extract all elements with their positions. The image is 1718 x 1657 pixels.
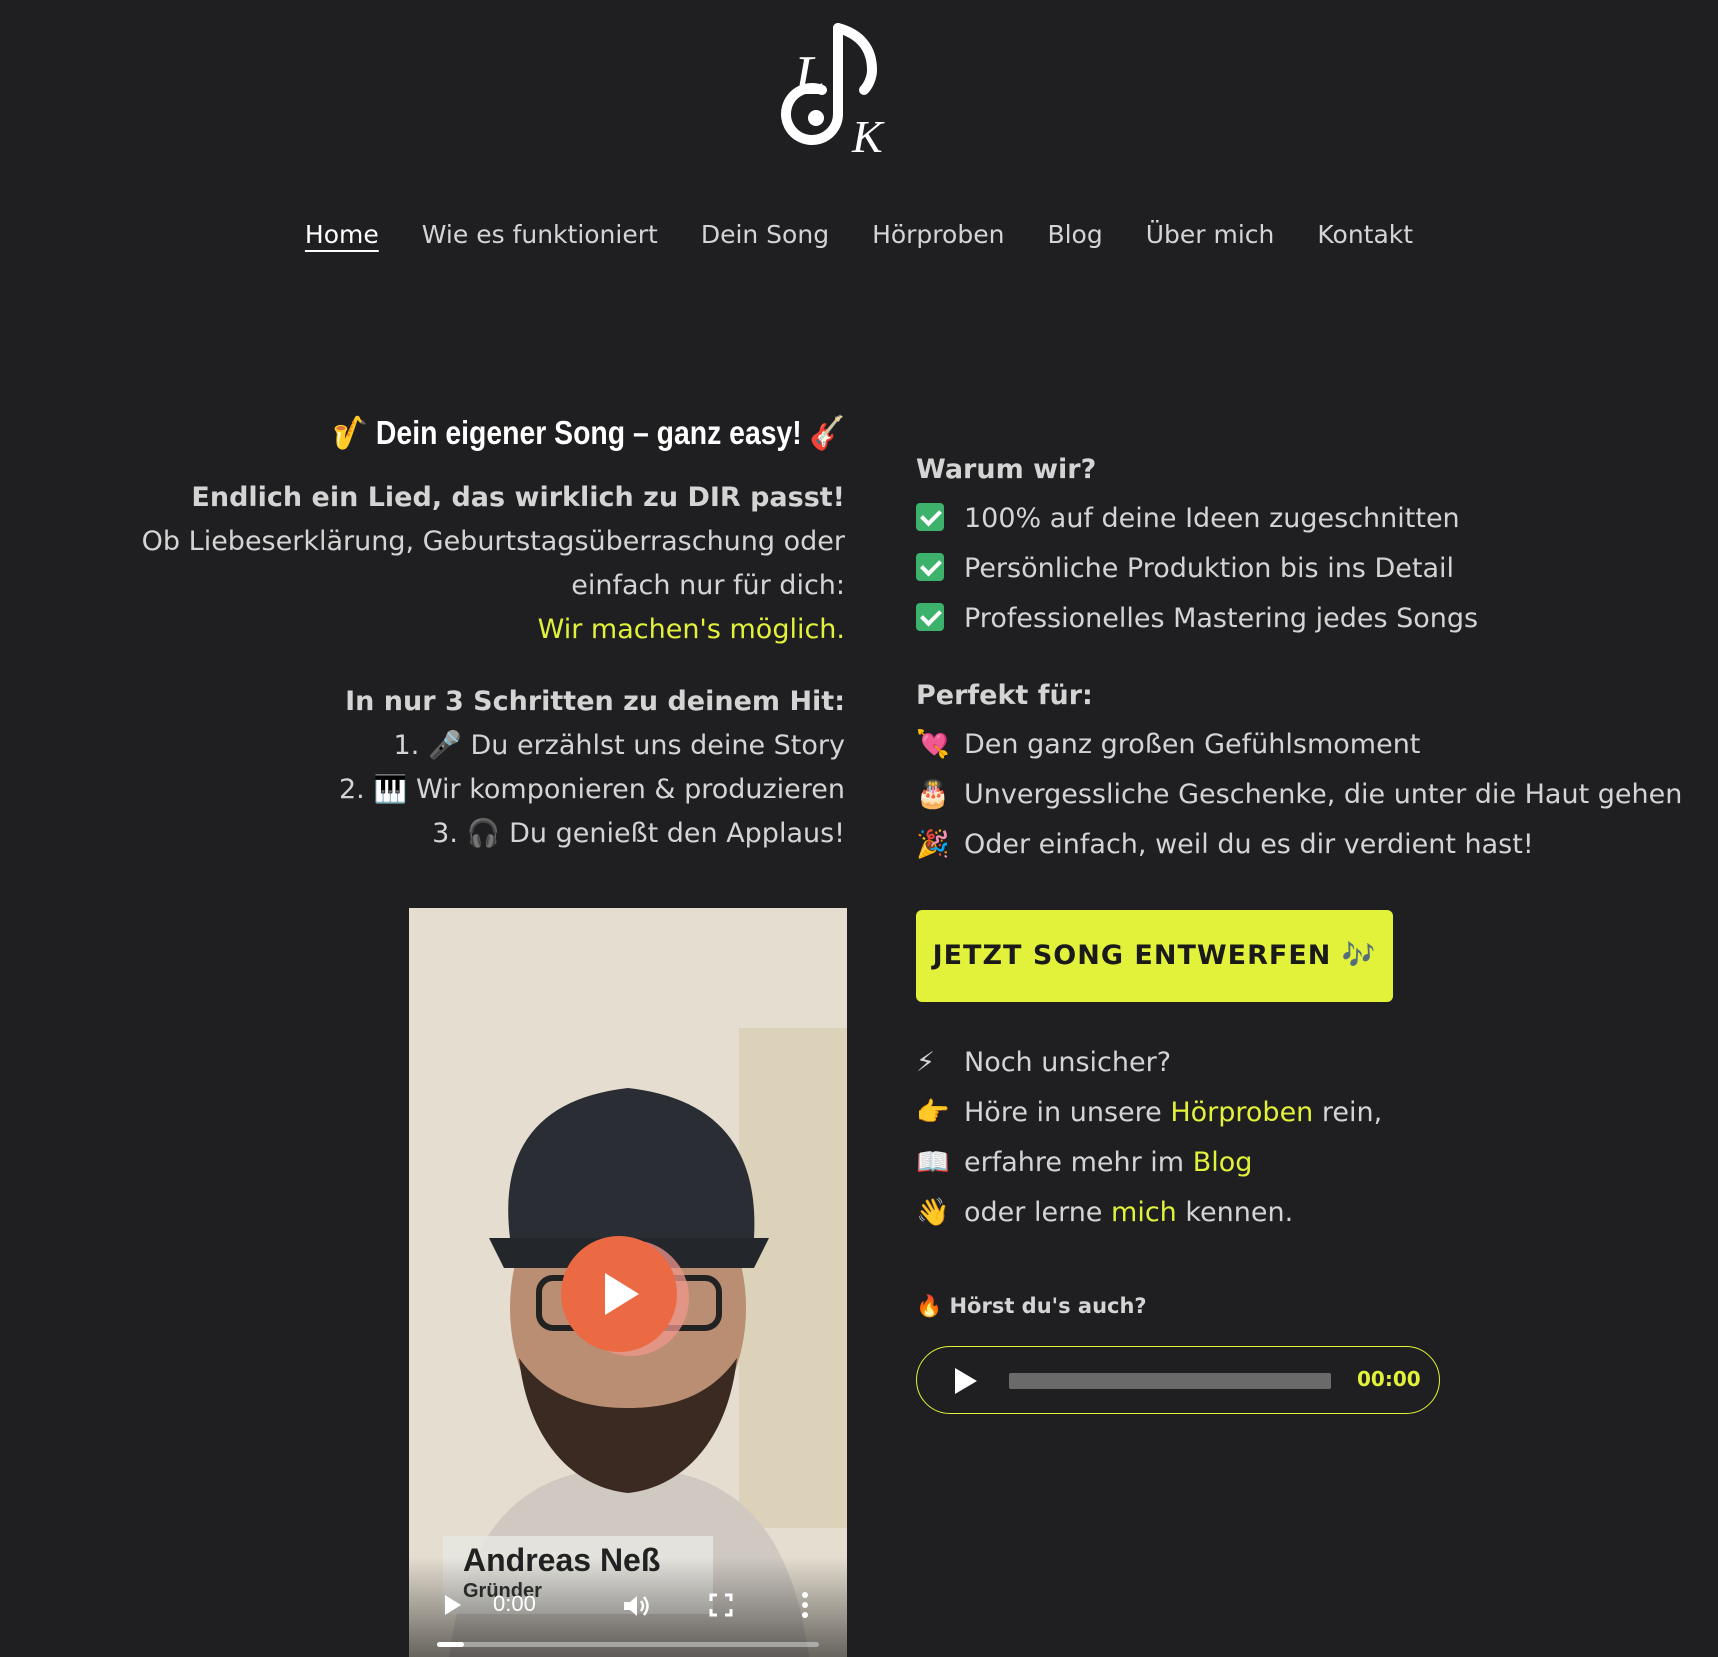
- more-line-2: 👉 Höre in unsere Hörproben rein,: [916, 1088, 1382, 1138]
- logo-letter-k: K: [851, 111, 885, 162]
- create-song-button[interactable]: JETZT SONG ENTWERFEN 🎶: [916, 910, 1393, 1002]
- video-play-icon[interactable]: [445, 1595, 461, 1615]
- audio-progress-bar[interactable]: [1009, 1373, 1331, 1389]
- step-text: Wir komponieren & produzieren: [415, 774, 845, 805]
- video-time: 0:00: [493, 1591, 536, 1616]
- fire-icon: 🔥: [916, 1294, 943, 1318]
- step-text: Du genießt den Applaus!: [509, 818, 845, 849]
- nav-contact[interactable]: Kontakt: [1317, 220, 1413, 249]
- step-3: 3. 🎧 Du genießt den Applaus!: [60, 812, 845, 856]
- hero-text: 🎷 Dein eigener Song – ganz easy! 🎸 Endli…: [60, 408, 845, 856]
- fullscreen-icon[interactable]: [709, 1593, 733, 1617]
- why-item: Persönliche Produktion bis ins Detail: [916, 544, 1716, 594]
- perfect-item: 🎉 Oder einfach, weil du es dir verdient h…: [916, 820, 1716, 870]
- blog-link[interactable]: Blog: [1193, 1147, 1253, 1178]
- more-line-1: ⚡ Noch unsicher?: [916, 1038, 1382, 1088]
- why-title: Warum wir?: [916, 454, 1097, 485]
- step-1: 1. 🎤 Du erzählst uns deine Story: [60, 724, 845, 768]
- audio-time: 00:00: [1357, 1367, 1421, 1391]
- more-line-3: 📖 erfahre mehr im Blog: [916, 1138, 1382, 1188]
- audio-player: 00:00: [916, 1346, 1440, 1414]
- perfect-item: 🎂 Unvergessliche Geschenke, die unter die…: [916, 770, 1716, 820]
- saxophone-icon: 🎷: [332, 414, 369, 451]
- perfect-item-text: Unvergessliche Geschenke, die unter die …: [964, 779, 1683, 810]
- guitar-icon: 🎸: [809, 414, 845, 451]
- more-text: rein,: [1321, 1097, 1383, 1128]
- lead-accent: Wir machen's möglich.: [537, 614, 845, 645]
- lead-line-1: Ob Liebeserklärung, Geburtstagsüberrasch…: [141, 526, 845, 557]
- why-item-text: 100% auf deine Ideen zugeschnitten: [964, 503, 1460, 534]
- step-number: 3.: [432, 818, 458, 849]
- check-icon: [916, 503, 944, 531]
- more-info: ⚡ Noch unsicher? 👉 Höre in unsere Hörprobe…: [916, 1038, 1382, 1238]
- video-controls: 0:00: [409, 1557, 847, 1657]
- waving-hand-icon: 👋: [916, 1197, 950, 1228]
- more-text: oder lerne: [964, 1197, 1103, 1228]
- piano-icon: 🎹: [373, 774, 408, 805]
- why-item-text: Persönliche Produktion bis ins Detail: [964, 553, 1454, 584]
- step-number: 2.: [339, 774, 365, 805]
- video-progress-fill: [437, 1642, 464, 1647]
- audio-title: 🔥 Hörst du's auch?: [916, 1294, 1147, 1319]
- more-line-4: 👋 oder lerne mich kennen.: [916, 1188, 1382, 1238]
- lightning-icon: ⚡: [916, 1047, 935, 1078]
- audio-title-text: Hörst du's auch?: [949, 1294, 1147, 1318]
- more-options-icon[interactable]: [801, 1591, 809, 1619]
- step-text: Du erzählst uns deine Story: [470, 730, 845, 761]
- nav-blog[interactable]: Blog: [1047, 220, 1102, 249]
- main-nav: Home Wie es funktioniert Dein Song Hörpr…: [0, 220, 1718, 249]
- video-progress-bar[interactable]: [437, 1642, 819, 1647]
- more-text: Höre in unsere: [964, 1097, 1162, 1128]
- music-notes-icon: 🎶: [1341, 940, 1377, 971]
- audio-play-icon[interactable]: [955, 1368, 977, 1394]
- check-icon: [916, 553, 944, 581]
- why-item: Professionelles Mastering jedes Songs: [916, 594, 1716, 644]
- steps-title: In nur 3 Schritten zu deinem Hit:: [345, 686, 845, 717]
- pointing-hand-icon: 👉: [916, 1097, 950, 1128]
- benefits: Warum wir? 100% auf deine Ideen zugeschn…: [916, 446, 1716, 870]
- why-item-text: Professionelles Mastering jedes Songs: [964, 603, 1479, 634]
- why-item: 100% auf deine Ideen zugeschnitten: [916, 494, 1716, 544]
- headphones-icon: 🎧: [466, 818, 501, 849]
- volume-icon[interactable]: [621, 1591, 651, 1621]
- nav-samples[interactable]: Hörproben: [872, 220, 1004, 249]
- check-icon: [916, 603, 944, 631]
- perfect-item-text: Oder einfach, weil du es dir verdient ha…: [964, 829, 1534, 860]
- lead-line-2: einfach nur für dich:: [571, 570, 845, 601]
- party-popper-icon: 🎉: [916, 829, 950, 860]
- hero-headline: 🎷 Dein eigener Song – ganz easy! 🎸: [170, 408, 845, 458]
- more-text: Noch unsicher?: [964, 1047, 1172, 1078]
- cta-label: JETZT SONG ENTWERFEN: [932, 940, 1332, 971]
- perfect-item: 💘 Den ganz großen Gefühlsmoment: [916, 720, 1716, 770]
- perfect-title: Perfekt für:: [916, 680, 1093, 711]
- nav-your-song[interactable]: Dein Song: [701, 220, 829, 249]
- lead-bold: Endlich ein Lied, das wirklich zu DIR pa…: [191, 482, 845, 513]
- nav-home[interactable]: Home: [305, 220, 379, 249]
- samples-link[interactable]: Hörproben: [1170, 1097, 1313, 1128]
- hero-headline-text: Dein eigener Song – ganz easy!: [375, 414, 802, 451]
- more-text: kennen.: [1185, 1197, 1294, 1228]
- cake-icon: 🎂: [916, 779, 950, 810]
- video-play-overlay-icon[interactable]: [561, 1236, 677, 1352]
- step-number: 1.: [393, 730, 420, 761]
- nav-how-it-works[interactable]: Wie es funktioniert: [422, 220, 658, 249]
- brand-logo[interactable]: L K: [780, 14, 920, 164]
- more-text: erfahre mehr im: [964, 1147, 1185, 1178]
- intro-video[interactable]: Andreas Neß Gründer 0:00: [409, 908, 847, 1657]
- step-2: 2. 🎹 Wir komponieren & produzieren: [60, 768, 845, 812]
- microphone-icon: 🎤: [428, 730, 462, 761]
- book-icon: 📖: [916, 1147, 950, 1178]
- nav-about[interactable]: Über mich: [1146, 220, 1275, 249]
- perfect-item-text: Den ganz großen Gefühlsmoment: [964, 729, 1421, 760]
- about-link[interactable]: mich: [1111, 1197, 1177, 1228]
- heart-arrow-icon: 💘: [916, 729, 950, 760]
